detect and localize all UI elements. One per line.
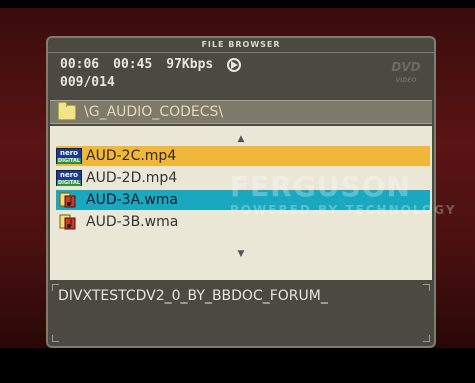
bitrate: 97Kbps: [166, 57, 214, 72]
dvd-logo-text: DVD: [391, 60, 421, 74]
folder-path-bar[interactable]: \G_AUDIO_CODECS\: [50, 100, 432, 124]
elapsed-time: 00:06: [60, 57, 100, 72]
track-counter: 009/014: [60, 75, 115, 90]
file-name: AUD-3A.wma: [86, 192, 179, 208]
window-title: FILE BROWSER: [48, 38, 434, 53]
dvd-logo: DVD VIDEO: [386, 60, 426, 88]
file-name: AUD-3B.wma: [86, 214, 179, 230]
file-name: AUD-2D.mp4: [86, 170, 178, 186]
info-text: DIVXTESTCDV2_0_BY_BBDOC_FORUM_: [58, 288, 328, 304]
audio-file-icon: [59, 192, 76, 208]
folder-path: \G_AUDIO_CODECS\: [84, 104, 224, 120]
corner-bracket: [423, 284, 430, 291]
corner-bracket: [52, 284, 59, 291]
watermark-tagline: POWERED BY TECHNOLOGY: [230, 203, 457, 217]
file-info-field: DIVXTESTCDV2_0_BY_BBDOC_FORUM_: [50, 282, 432, 344]
brand-watermark: FERGUSON POWERED BY TECHNOLOGY: [230, 170, 470, 217]
top-letterbox: [0, 0, 475, 8]
playback-status: 00:06 00:45 97Kbps 009/014: [60, 56, 370, 96]
corner-bracket: [423, 335, 430, 342]
dvd-logo-sub: VIDEO: [395, 77, 417, 84]
nero-digital-icon: nero DIGITAL: [56, 170, 82, 186]
scroll-down-arrow-icon[interactable]: ▼: [50, 249, 432, 259]
nero-digital-icon: nero DIGITAL: [56, 148, 82, 164]
folder-icon: [58, 101, 76, 120]
corner-bracket: [52, 335, 59, 342]
file-row[interactable]: nero DIGITAL AUD-2C.mp4: [56, 146, 430, 166]
scroll-up-arrow-icon[interactable]: ▲: [50, 134, 432, 144]
file-name: AUD-2C.mp4: [86, 148, 177, 164]
watermark-brand: FERGUSON: [230, 170, 411, 203]
total-time: 00:45: [113, 57, 153, 72]
bottom-letterbox: [0, 348, 475, 383]
play-icon: [227, 58, 242, 72]
audio-file-icon: [59, 214, 76, 230]
